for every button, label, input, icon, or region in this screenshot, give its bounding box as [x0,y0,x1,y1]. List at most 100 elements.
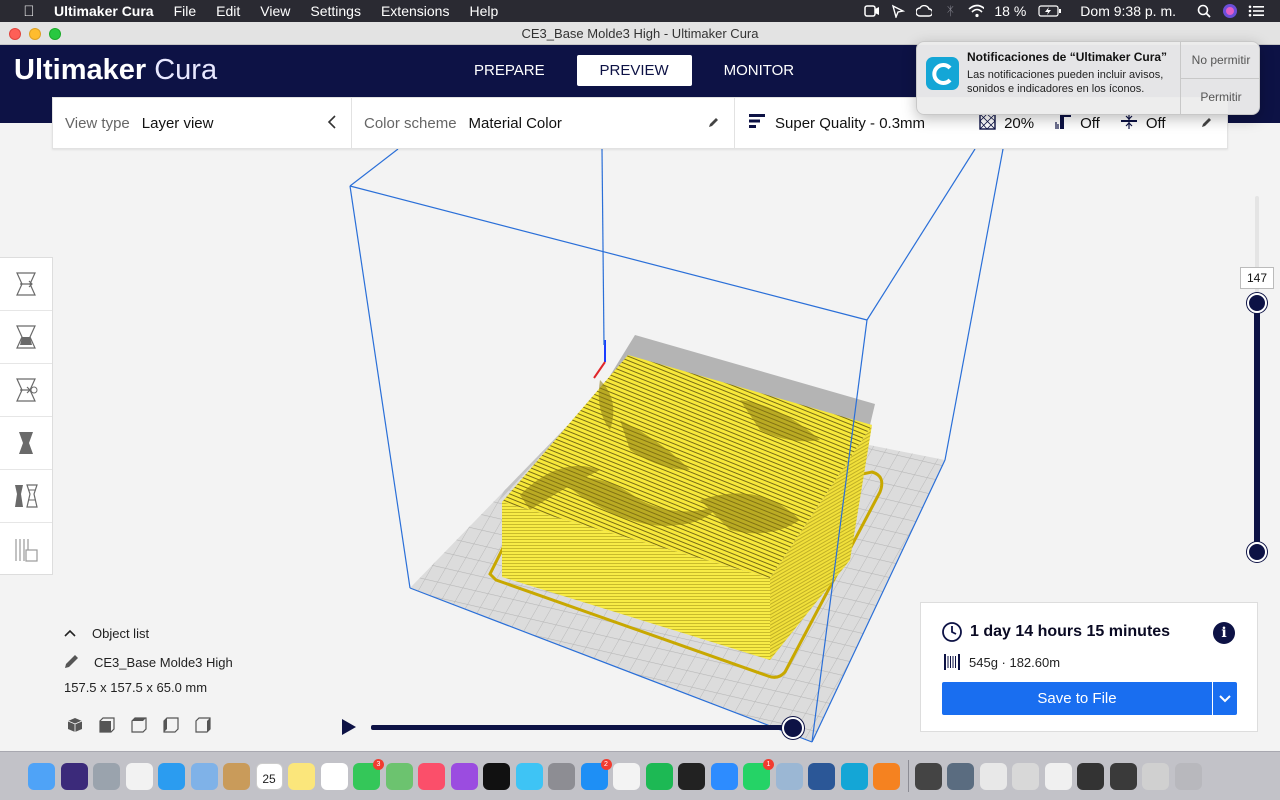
facetime-status-icon[interactable] [864,4,880,18]
facetime-icon[interactable]: 3 [353,758,384,790]
rotate-tool-button[interactable] [0,364,52,417]
contacts-icon[interactable] [223,762,250,790]
view-top-button[interactable] [128,714,150,736]
preview-icon[interactable] [190,762,218,790]
battery-percent: 18 % [994,3,1027,19]
minimize-window-icon[interactable] [29,28,41,40]
layer-slider-upper-handle[interactable] [1247,293,1267,313]
move-tool-button[interactable] [0,258,52,311]
object-list-item[interactable]: CE3_Base Molde3 High [64,652,344,672]
app-store-icon[interactable]: 2 [580,758,612,790]
finder-icon[interactable] [28,762,55,790]
image-capture-icon[interactable] [775,762,803,790]
zoom-icon[interactable] [710,762,738,790]
deny-notifications-button[interactable]: No permitir [1181,42,1259,79]
adhesion-value: Off [1145,114,1166,132]
layer-slider[interactable] [1244,196,1270,566]
app-menu[interactable]: Ultimaker Cura [54,3,154,19]
path-slider-handle[interactable] [782,717,804,739]
object-dimensions: 157.5 x 157.5 x 65.0 mm [64,680,208,695]
doc-thumb-8-icon[interactable] [1142,762,1169,790]
terminal-icon[interactable] [678,762,705,790]
menu-extensions[interactable]: Extensions [381,3,449,19]
view-front-button[interactable] [96,714,118,736]
menu-view[interactable]: View [260,3,290,19]
reminders-icon[interactable] [320,762,348,790]
zoom-window-icon[interactable] [49,28,61,40]
siri-icon[interactable] [1222,4,1238,18]
word-icon[interactable] [808,762,835,790]
mirror-tool-button[interactable] [0,417,52,470]
messages-icon[interactable] [515,762,543,790]
allow-notifications-button[interactable]: Permitir [1181,79,1259,114]
view-type-selector[interactable]: View type Layer view [53,98,352,148]
chevron-up-icon [64,626,82,640]
doc-thumb-7-icon[interactable] [1109,762,1137,790]
tv-icon[interactable] [483,762,510,790]
creative-cloud-icon[interactable] [916,4,933,18]
pencil-icon[interactable] [708,115,720,131]
calendar-icon[interactable]: 25 [255,762,283,790]
doc-thumb-1-icon[interactable] [914,762,942,790]
view-right-button[interactable] [192,714,214,736]
save-to-file-button[interactable]: Save to File [942,682,1212,715]
support-value: Off [1080,114,1100,132]
menu-settings[interactable]: Settings [310,3,361,19]
print-time: 1 day 14 hours 15 minutes [970,623,1171,640]
doc-thumb-4-icon[interactable] [1012,762,1039,790]
per-model-settings-button[interactable] [0,470,52,523]
doc-thumb-6-icon[interactable] [1077,762,1104,790]
doc-thumb-3-icon[interactable] [979,762,1007,790]
current-layer-label[interactable]: 147 [1240,267,1274,289]
tab-preview[interactable]: PREVIEW [576,55,692,86]
maps-icon[interactable] [385,762,413,790]
cursor-status-icon[interactable] [890,4,906,18]
bluetooth-icon[interactable]: ᛡ [942,4,958,18]
menu-edit[interactable]: Edit [216,3,240,19]
trash-icon[interactable] [1174,762,1202,790]
battery-icon[interactable] [1038,4,1062,18]
support-blocker-button[interactable] [0,523,52,576]
chevron-left-icon[interactable] [327,115,337,132]
layer-slider-lower-handle[interactable] [1247,542,1267,562]
safari-icon[interactable] [158,762,185,790]
play-simulation-button[interactable] [339,717,359,737]
fusion360-icon[interactable] [873,762,900,790]
notes-icon[interactable] [288,762,315,790]
notification-banner[interactable]: Notificaciones de “Ultimaker Cura” Las n… [916,41,1260,115]
save-options-dropdown[interactable] [1213,682,1237,715]
cura-icon[interactable] [840,762,868,790]
doc-thumb-2-icon[interactable] [947,762,974,790]
chrome-icon[interactable] [613,762,640,790]
whatsapp-icon[interactable]: 1 [743,758,774,790]
spotlight-search-icon[interactable] [1196,4,1212,18]
photos-icon[interactable] [125,762,153,790]
system-preferences-icon[interactable] [548,762,575,790]
tab-monitor[interactable]: MONITOR [702,55,817,86]
menubar-clock[interactable]: Dom 9:38 p. m. [1080,3,1176,19]
view-left-button[interactable] [160,714,182,736]
podcasts-icon[interactable] [450,762,478,790]
music-icon[interactable] [418,762,445,790]
notification-center-icon[interactable] [1248,4,1264,18]
path-slider-track[interactable] [371,725,795,730]
close-window-icon[interactable] [9,28,21,40]
menu-file[interactable]: File [174,3,197,19]
color-scheme-value: Material Color [468,114,562,132]
info-icon[interactable]: i [1213,622,1235,644]
edit-print-settings-icon[interactable] [1201,115,1213,131]
view-3d-button[interactable] [64,714,86,736]
menu-help[interactable]: Help [469,3,498,19]
doc-thumb-5-icon[interactable] [1044,762,1072,790]
launchpad-icon[interactable] [93,762,120,790]
view-type-value: Layer view [141,114,214,132]
siri-icon[interactable] [60,762,88,790]
scale-tool-button[interactable] [0,311,52,364]
tab-prepare[interactable]: PREPARE [452,55,567,86]
apple-menu-icon[interactable]:  [20,3,38,20]
color-scheme-selector[interactable]: Color scheme Material Color [352,98,735,148]
wifi-icon[interactable] [968,4,985,18]
object-list-header[interactable]: Object list [64,622,344,644]
pencil-icon[interactable] [64,653,82,672]
spotify-icon[interactable] [645,762,673,790]
